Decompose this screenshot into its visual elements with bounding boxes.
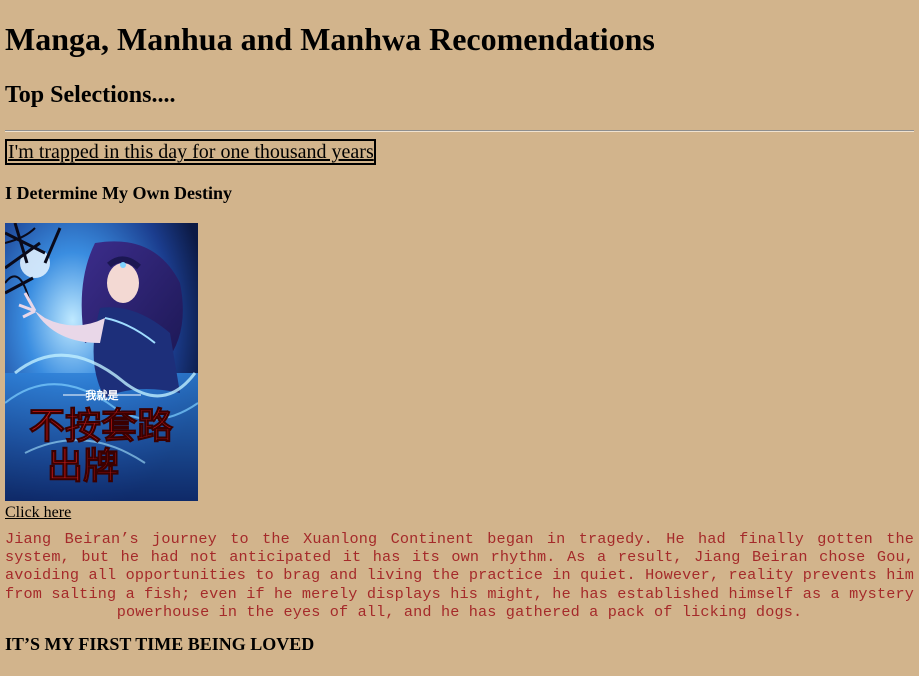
cover-title-line-2: 出牌 (47, 446, 119, 487)
cover-title-line-1: 不按套路 (29, 406, 174, 447)
manhua-cover-image: 我就是 不按套路 出牌 (5, 223, 198, 501)
page-content: Manga, Manhua and Manhwa Recomendations … (0, 0, 919, 655)
featured-title-link[interactable]: I'm trapped in this day for one thousand… (5, 139, 376, 165)
entry-description: Jiang Beiran’s journey to the Xuanlong C… (5, 530, 914, 621)
click-here-link[interactable]: Click here (5, 504, 71, 522)
entry-title: I Determine My Own Destiny (5, 183, 232, 203)
section-heading: Top Selections.... (5, 82, 176, 108)
cover-small-text: 我就是 (86, 388, 120, 402)
page-title: Manga, Manhua and Manhwa Recomendations (5, 21, 655, 57)
divider (5, 130, 914, 132)
entry-title: IT’S MY FIRST TIME BEING LOVED (5, 634, 315, 655)
